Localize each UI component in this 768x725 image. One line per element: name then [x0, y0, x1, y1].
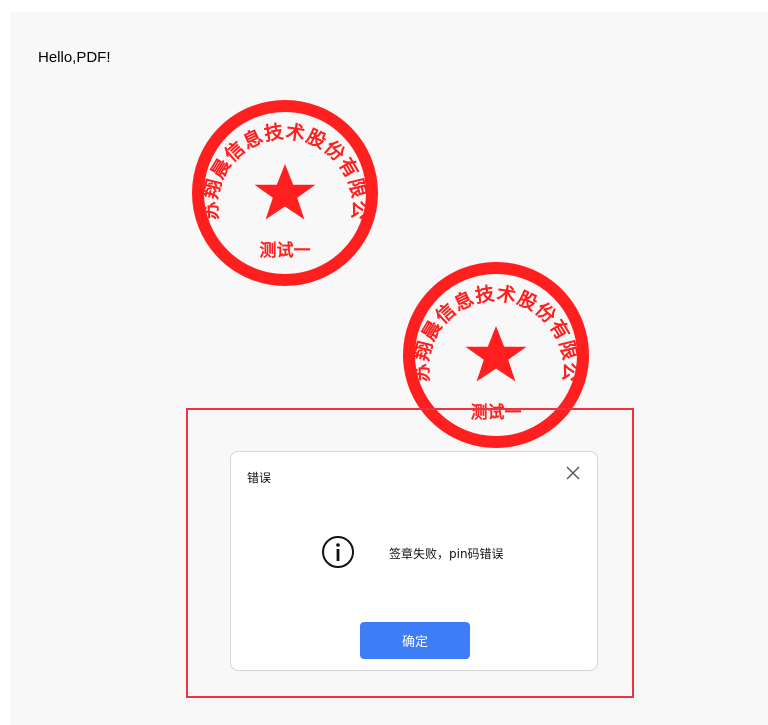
document-text: Hello,PDF! — [38, 49, 111, 66]
star-icon — [465, 326, 527, 382]
dialog-message: 签章失败，pin码错误 — [389, 547, 504, 561]
close-button[interactable] — [563, 463, 583, 483]
company-seal: 江苏翔晨信息技术股份有限公司 测试一 — [190, 98, 380, 288]
info-circle-icon — [321, 535, 355, 573]
close-icon — [566, 466, 580, 480]
seal-sub-text: 测试一 — [260, 240, 311, 261]
confirm-button[interactable]: 确定 — [360, 622, 470, 659]
star-icon — [254, 164, 316, 220]
dialog-title: 错误 — [247, 471, 272, 485]
error-dialog: 错误 签章失败，pin码错误 确定 — [230, 451, 598, 671]
